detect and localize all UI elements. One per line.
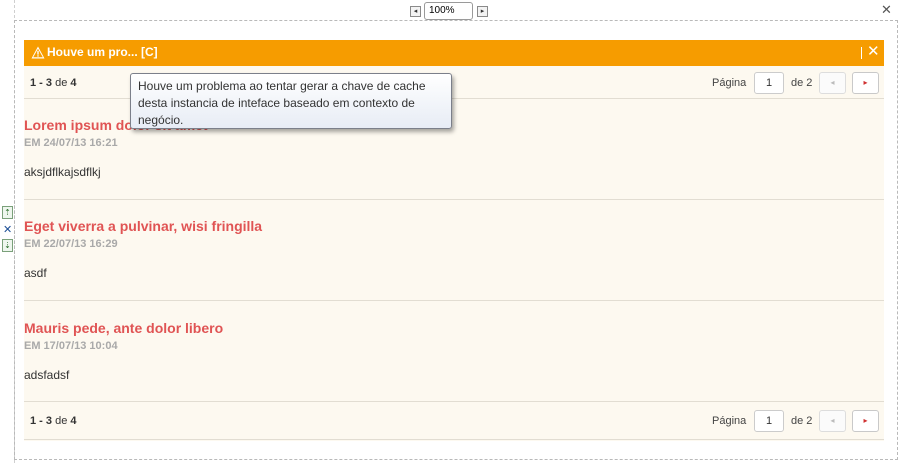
item-date: EM 24/07/13 16:21	[24, 137, 118, 149]
prev-page-button[interactable]: ◂	[819, 72, 846, 94]
close-icon[interactable]: ✕	[881, 3, 892, 18]
widget-header: Houve um pro... [C] ✕	[24, 40, 884, 66]
range-of: de	[52, 77, 71, 89]
page-input[interactable]: 1	[754, 72, 784, 94]
range-sep: -	[36, 415, 46, 427]
item-body: asdf	[24, 266, 47, 280]
divider	[24, 199, 884, 200]
range-of: de	[52, 415, 71, 427]
error-tooltip: Houve um problema ao tentar gerar a chav…	[130, 73, 452, 129]
range-sep: -	[36, 77, 46, 89]
page-label: Página	[712, 415, 747, 427]
zoom-out-button[interactable]: ◂	[410, 6, 421, 17]
item-date: EM 17/07/13 10:04	[24, 340, 118, 352]
next-page-button[interactable]: ▸	[852, 72, 879, 94]
page-input[interactable]: 1	[754, 410, 784, 432]
move-down-icon[interactable]: ⇣	[2, 239, 13, 252]
remove-widget-icon[interactable]: ✕	[3, 223, 12, 236]
item-body: adsfadsf	[24, 368, 70, 382]
item-date: EM 22/07/13 16:29	[24, 238, 118, 250]
editor-toolbar: ◂ ▸ ✕	[0, 0, 900, 22]
item-body: aksjdflkajsdflkj	[24, 165, 101, 179]
widget-close-icon[interactable]: ✕	[867, 42, 880, 60]
zoom-input[interactable]	[424, 2, 473, 20]
page-label: Página	[712, 77, 747, 89]
divider	[24, 401, 884, 402]
item-title[interactable]: Eget viverra a pulvinar, wisi fringilla	[24, 218, 262, 234]
zoom-in-button[interactable]: ▸	[477, 6, 488, 17]
prev-page-button[interactable]: ◂	[819, 410, 846, 432]
warning-icon	[31, 46, 45, 59]
divider	[24, 439, 884, 440]
range-total: 4	[70, 415, 77, 427]
pager-range: 1 - 3 de 4	[30, 77, 77, 89]
next-page-button[interactable]: ▸	[852, 410, 879, 432]
header-divider	[861, 47, 862, 59]
page-count: de 2	[791, 415, 813, 427]
widget-title: Houve um pro... [C]	[47, 45, 158, 59]
divider	[24, 300, 884, 301]
pager-bottom: 1 - 3 de 4 Página 1 de 2 ◂ ▸	[24, 404, 884, 438]
range-total: 4	[70, 77, 77, 89]
move-up-icon[interactable]: ⇡	[2, 206, 13, 219]
pager-range: 1 - 3 de 4	[30, 415, 77, 427]
page-count: de 2	[791, 77, 813, 89]
item-title[interactable]: Mauris pede, ante dolor libero	[24, 320, 223, 336]
